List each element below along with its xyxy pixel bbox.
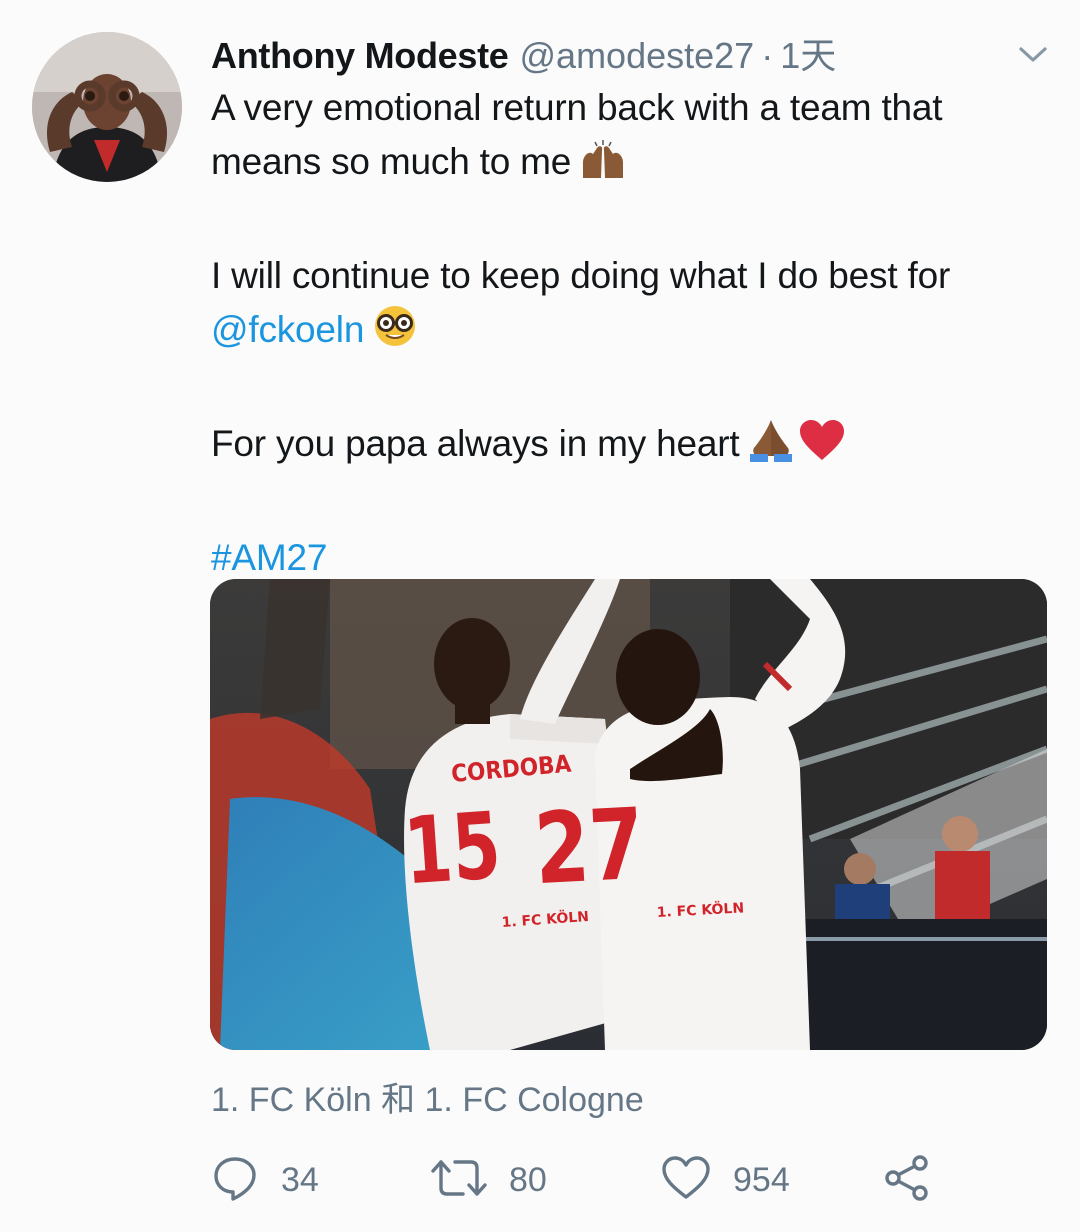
- share-button[interactable]: [883, 1150, 931, 1210]
- jersey-number: 15: [401, 793, 504, 906]
- like-button[interactable]: 954: [661, 1150, 790, 1210]
- author-name[interactable]: Anthony Modeste: [211, 35, 509, 77]
- share-icon: [883, 1154, 931, 1207]
- tweet-photo[interactable]: CORDOBA 15 1. FC KÖLN 27 1. FC KÖLN: [210, 579, 1047, 1050]
- heart-icon: [661, 1155, 711, 1206]
- tweet-header: Anthony Modeste @amodeste27 · 1天: [211, 27, 836, 77]
- mention-link[interactable]: @fckoeln: [211, 309, 364, 350]
- tagged-users[interactable]: 1. FC Köln 和 1. FC Cologne: [211, 1072, 644, 1121]
- tweet: Anthony Modeste @amodeste27 · 1天 A very …: [0, 0, 1080, 1232]
- separator-dot: ·: [761, 35, 774, 76]
- retweet-icon: [431, 1154, 487, 1207]
- text-line: @fckoeln: [211, 303, 1056, 363]
- reply-icon: [211, 1154, 259, 1207]
- text-line: I will continue to keep doing what I do …: [211, 255, 951, 296]
- avatar[interactable]: [32, 32, 182, 182]
- reply-button[interactable]: 34: [211, 1150, 319, 1210]
- chevron-down-icon[interactable]: [1016, 40, 1050, 68]
- red-heart-icon: [798, 418, 846, 477]
- tweet-text: A very emotional return back with a team…: [211, 81, 1056, 585]
- jersey-number: 27: [532, 787, 647, 906]
- text-span: means so much to me: [211, 141, 572, 182]
- reply-count: 34: [281, 1160, 319, 1199]
- text-line: A very emotional return back with a team…: [211, 87, 943, 128]
- folded-hands-icon: [748, 418, 794, 477]
- raising-hands-icon: [579, 140, 627, 195]
- retweet-count: 80: [509, 1160, 547, 1199]
- timestamp[interactable]: 1天: [780, 27, 836, 79]
- hashtag-link[interactable]: #AM27: [211, 537, 327, 578]
- author-handle[interactable]: @amodeste27: [520, 35, 755, 77]
- text-line: For you papa always in my heart: [211, 417, 1056, 477]
- text-span: For you papa always in my heart: [211, 423, 740, 464]
- retweet-button[interactable]: 80: [431, 1150, 547, 1210]
- text-line: means so much to me: [211, 135, 1056, 195]
- action-bar: 34 80 954: [211, 1150, 1041, 1210]
- like-count: 954: [733, 1160, 790, 1199]
- text-line: #AM27: [211, 531, 1056, 585]
- nerd-face-icon: [372, 304, 418, 363]
